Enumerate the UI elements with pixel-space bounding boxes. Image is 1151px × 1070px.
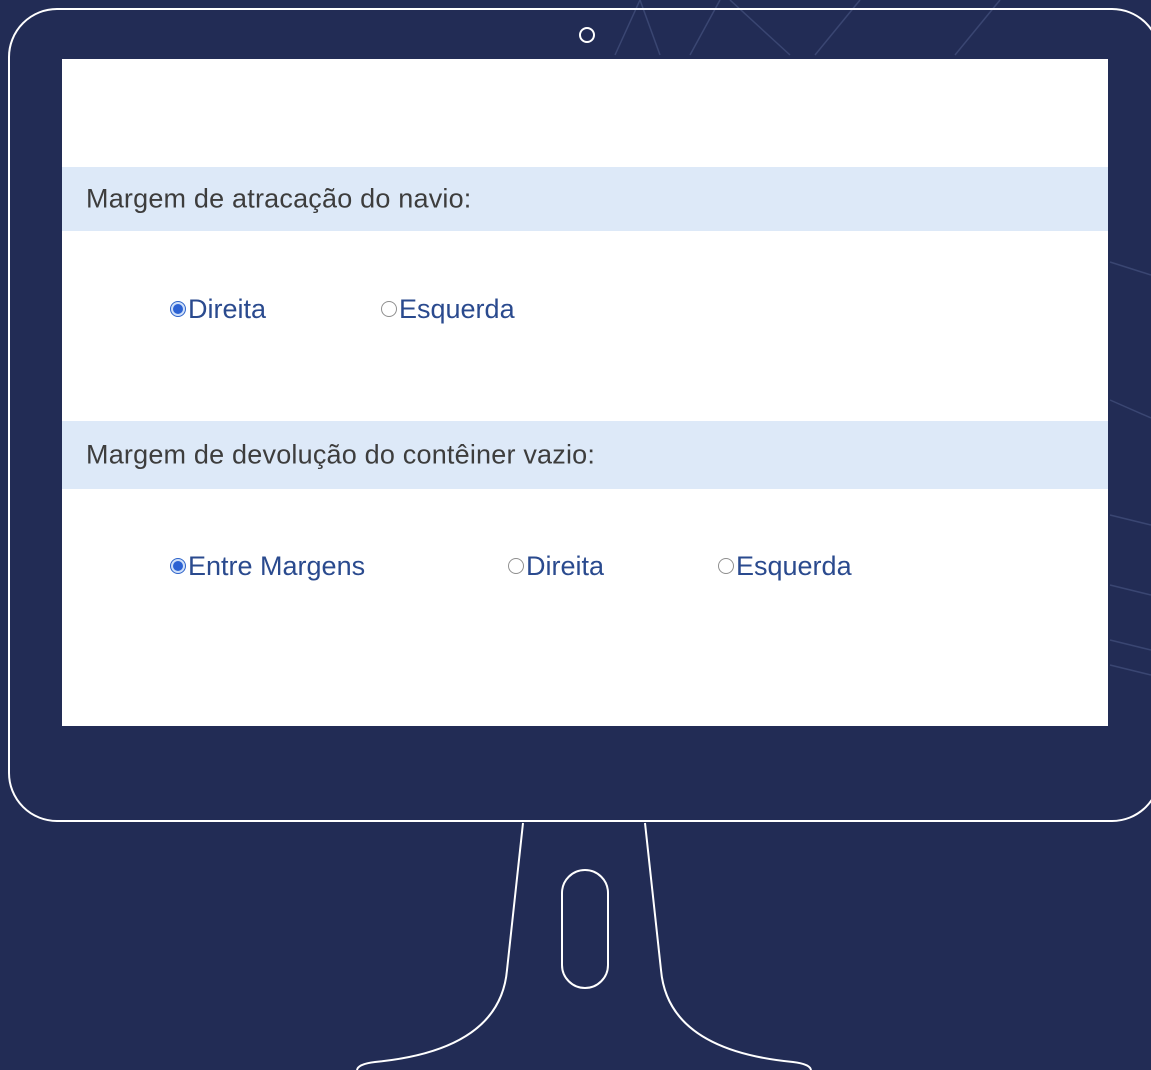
- radio-button[interactable]: [381, 301, 397, 317]
- radio-button-selected[interactable]: [170, 301, 186, 317]
- radio-option-direita[interactable]: Direita: [170, 289, 266, 329]
- radio-button[interactable]: [508, 558, 524, 574]
- radio-label: Direita: [526, 550, 605, 581]
- radio-group-ship-berthing: Direita Esquerda: [62, 289, 1108, 329]
- radio-button-selected[interactable]: [170, 558, 186, 574]
- radio-option-esquerda[interactable]: Esquerda: [718, 546, 852, 586]
- radio-label: Entre Margens: [188, 550, 366, 581]
- webcam-icon: [579, 27, 595, 43]
- section-title: Margem de devolução do contêiner vazio:: [86, 439, 596, 470]
- radio-label: Esquerda: [736, 550, 852, 581]
- radio-group-container-return: Entre Margens Direita Esquerda: [62, 546, 1108, 586]
- radio-option-direita[interactable]: Direita: [508, 546, 604, 586]
- section-header-ship-berthing: Margem de atracação do navio:: [62, 167, 1108, 231]
- form-screen: Margem de atracação do navio: Direita Es…: [62, 59, 1108, 726]
- stand-cable-slot: [561, 869, 609, 989]
- radio-label: Direita: [188, 293, 267, 324]
- radio-option-entre-margens[interactable]: Entre Margens: [170, 546, 365, 586]
- radio-button[interactable]: [718, 558, 734, 574]
- section-title: Margem de atracação do navio:: [86, 183, 472, 214]
- radio-option-esquerda[interactable]: Esquerda: [381, 289, 515, 329]
- section-header-container-return: Margem de devolução do contêiner vazio:: [62, 421, 1108, 489]
- monitor-stand: [356, 822, 812, 1070]
- radio-label: Esquerda: [399, 293, 515, 324]
